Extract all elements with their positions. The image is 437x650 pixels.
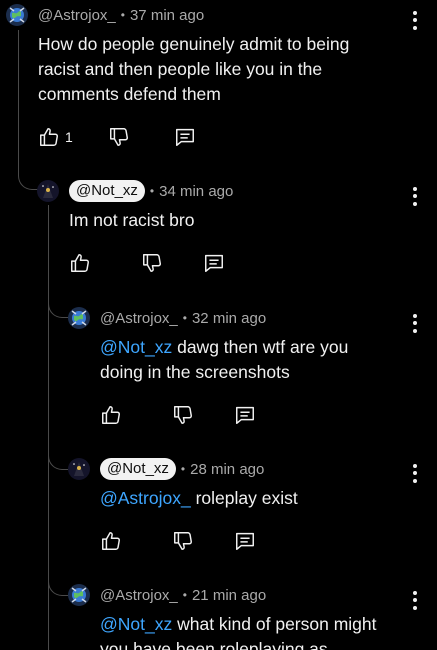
- username-badge[interactable]: @Not_xz: [69, 180, 145, 202]
- globe-avatar-icon: [71, 587, 87, 603]
- comment-text: Im not racist bro: [69, 208, 387, 233]
- mention-link[interactable]: @Not_xz: [100, 337, 172, 357]
- avatar[interactable]: [68, 307, 90, 329]
- more-vertical-icon[interactable]: [407, 8, 423, 32]
- avatar[interactable]: [68, 584, 90, 606]
- thumbs-down-icon: [174, 532, 192, 550]
- comment: @Astrojox_ • 21 min ago @Not_xz what kin…: [68, 582, 398, 650]
- comment-text-content: roleplay exist: [190, 488, 298, 508]
- thumbs-down-icon: [143, 254, 161, 272]
- timestamp: 32 min ago: [191, 309, 267, 327]
- comment: @Astrojox_ • 32 min ago @Not_xz dawg the…: [68, 305, 388, 427]
- mention-link[interactable]: @Not_xz: [100, 614, 172, 634]
- username[interactable]: @Astrojox_: [38, 7, 116, 24]
- separator: •: [182, 311, 187, 325]
- thumbs-down-icon: [174, 406, 192, 424]
- thumbs-up-icon: [71, 254, 89, 272]
- comment: @Not_xz • 34 min ago Im not racist bro: [37, 178, 387, 275]
- mention-link[interactable]: @Astrojox_: [100, 488, 191, 508]
- character-avatar-icon: [73, 462, 85, 476]
- timestamp: 37 min ago: [129, 6, 205, 24]
- reply-button[interactable]: [234, 530, 286, 552]
- more-vertical-icon[interactable]: [407, 588, 423, 612]
- comment-text-content: How do people genuinely admit to being r…: [38, 34, 350, 104]
- dislike-button[interactable]: [141, 252, 193, 274]
- comment-text: How do people genuinely admit to being r…: [38, 32, 383, 107]
- avatar[interactable]: [6, 4, 28, 26]
- username[interactable]: @Astrojox_: [100, 310, 178, 327]
- reply-button[interactable]: [203, 252, 255, 274]
- separator: •: [120, 8, 125, 22]
- thumbs-up-icon: [102, 532, 120, 550]
- comment-text-content: Im not racist bro: [69, 210, 195, 230]
- timestamp: 34 min ago: [159, 182, 234, 200]
- username-badge[interactable]: @Not_xz: [100, 458, 176, 480]
- reply-icon: [176, 128, 194, 146]
- character-avatar-icon: [42, 184, 54, 198]
- thread-line: [48, 290, 68, 318]
- dislike-button[interactable]: [172, 404, 224, 426]
- thumbs-down-icon: [110, 128, 128, 146]
- thumbs-up-icon: [40, 128, 58, 146]
- comment-text: @Not_xz dawg then wtf are you doing in t…: [100, 335, 390, 385]
- reply-icon: [236, 406, 254, 424]
- separator: •: [182, 588, 187, 602]
- more-vertical-icon[interactable]: [407, 184, 423, 208]
- like-count: 1: [65, 129, 73, 145]
- more-vertical-icon[interactable]: [407, 311, 423, 335]
- more-vertical-icon[interactable]: [407, 461, 423, 485]
- reply-button[interactable]: [174, 126, 226, 148]
- thread-line: [48, 566, 68, 596]
- username[interactable]: @Astrojox_: [100, 587, 178, 604]
- reply-icon: [236, 532, 254, 550]
- like-button[interactable]: [100, 530, 152, 552]
- dislike-button[interactable]: [108, 126, 160, 148]
- like-button[interactable]: [100, 404, 152, 426]
- reply-button[interactable]: [234, 404, 286, 426]
- globe-avatar-icon: [9, 7, 25, 23]
- thumbs-up-icon: [102, 406, 120, 424]
- avatar[interactable]: [37, 180, 59, 202]
- avatar[interactable]: [68, 458, 90, 480]
- like-button[interactable]: 1: [38, 126, 90, 148]
- dislike-button[interactable]: [172, 530, 224, 552]
- comment-text: @Not_xz what kind of person might you ha…: [100, 612, 400, 650]
- separator: •: [149, 184, 155, 198]
- globe-avatar-icon: [71, 310, 87, 326]
- timestamp: 28 min ago: [190, 460, 265, 478]
- comment: @Not_xz • 28 min ago @Astrojox_ roleplay…: [68, 456, 388, 553]
- thread-line: [48, 440, 68, 470]
- reply-icon: [205, 254, 223, 272]
- like-button[interactable]: [69, 252, 121, 274]
- comment-thread: @Astrojox_ • 37 min ago How do people ge…: [0, 0, 437, 650]
- comment-text: @Astrojox_ roleplay exist: [100, 486, 388, 511]
- timestamp: 21 min ago: [191, 586, 267, 604]
- comment: @Astrojox_ • 37 min ago How do people ge…: [6, 2, 386, 149]
- separator: •: [180, 462, 186, 476]
